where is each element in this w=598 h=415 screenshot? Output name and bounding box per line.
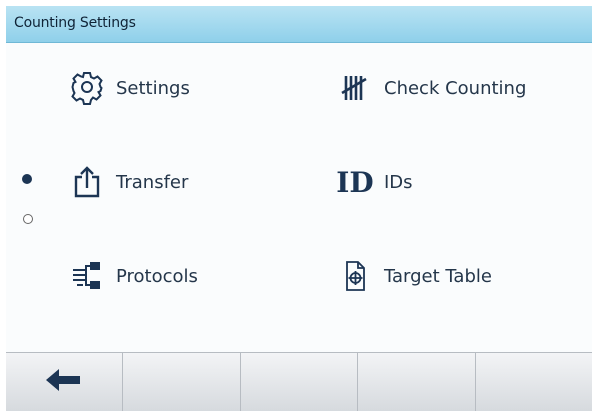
menu-item-label: Check Counting <box>384 77 527 99</box>
page-indicator-inactive <box>23 214 33 224</box>
protocols-icon <box>64 256 110 296</box>
menu-item-ids[interactable]: ID IDs <box>332 162 413 202</box>
softkey-5[interactable] <box>476 353 592 411</box>
back-arrow-icon <box>44 367 84 397</box>
menu-item-protocols[interactable]: Protocols <box>64 256 198 296</box>
counting-settings-screen: Counting Settings Settings Transfer Prot… <box>6 6 592 411</box>
tally-icon <box>332 68 378 108</box>
menu-item-label: Transfer <box>116 171 189 193</box>
page-title: Counting Settings <box>14 15 136 31</box>
menu-item-settings[interactable]: Settings <box>64 68 190 108</box>
gear-icon <box>64 68 110 108</box>
menu-item-target-table[interactable]: Target Table <box>332 256 492 296</box>
softkey-2[interactable] <box>123 353 241 411</box>
id-icon: ID <box>332 162 378 202</box>
upload-icon <box>64 162 110 202</box>
menu-item-check-counting[interactable]: Check Counting <box>332 68 526 108</box>
softkey-4[interactable] <box>358 353 476 411</box>
page-indicator-active <box>22 174 32 184</box>
title-bar: Counting Settings <box>6 6 592 43</box>
back-button[interactable] <box>6 353 124 411</box>
menu-item-label: IDs <box>384 171 413 193</box>
softkey-bar <box>6 352 592 411</box>
menu-item-label: Target Table <box>384 265 492 287</box>
menu-item-transfer[interactable]: Transfer <box>64 162 188 202</box>
softkey-3[interactable] <box>241 353 359 411</box>
id-icon-text: ID <box>336 165 374 199</box>
menu-item-label: Protocols <box>116 265 198 287</box>
menu-item-label: Settings <box>116 77 190 99</box>
target-table-icon <box>332 256 378 296</box>
